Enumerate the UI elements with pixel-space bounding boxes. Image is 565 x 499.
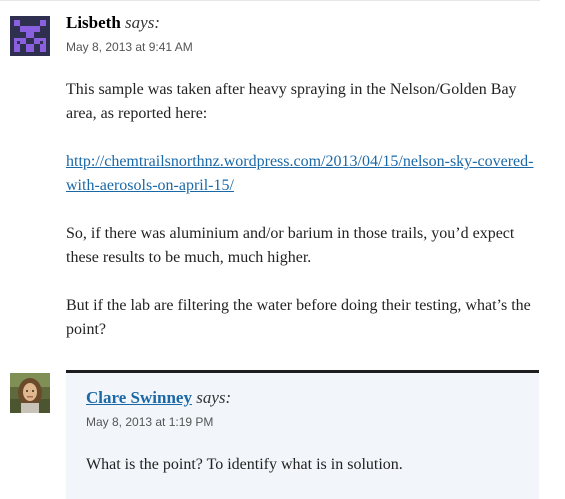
reply-says-label: says: xyxy=(196,388,232,407)
comment-paragraph: But if the lab are filtering the water b… xyxy=(66,297,531,338)
reply-comment-box: Clare Swinney says: May 8, 2013 at 1:19 … xyxy=(66,370,539,499)
comment-author-line: Lisbeth says: xyxy=(66,12,160,34)
chemtrails-article-link[interactable]: http://chemtrailsnorthnz.wordpress.com/2… xyxy=(66,153,533,194)
comment-body: This sample was taken after heavy sprayi… xyxy=(66,78,538,366)
reply-author-link[interactable]: Clare Swinney xyxy=(86,388,192,407)
comment-paragraph: This sample was taken after heavy sprayi… xyxy=(66,81,517,122)
identicon-avatar xyxy=(10,16,50,56)
reply-author-line: Clare Swinney says: xyxy=(86,387,231,409)
reply-date-link[interactable]: May 8, 2013 at 1:19 PM xyxy=(86,414,213,430)
reply-body: What is the point? To identify what is i… xyxy=(86,456,403,473)
comment-separator xyxy=(0,0,540,1)
comment-link-paragraph: http://chemtrailsnorthnz.wordpress.com/2… xyxy=(66,150,538,198)
comment-paragraph: So, if there was aluminium and/or barium… xyxy=(66,225,515,266)
comment-author-name: Lisbeth xyxy=(66,13,121,32)
comment-says-label: says: xyxy=(125,13,160,32)
photo-avatar xyxy=(10,373,50,413)
comment-date-link[interactable]: May 8, 2013 at 9:41 AM xyxy=(66,39,193,55)
